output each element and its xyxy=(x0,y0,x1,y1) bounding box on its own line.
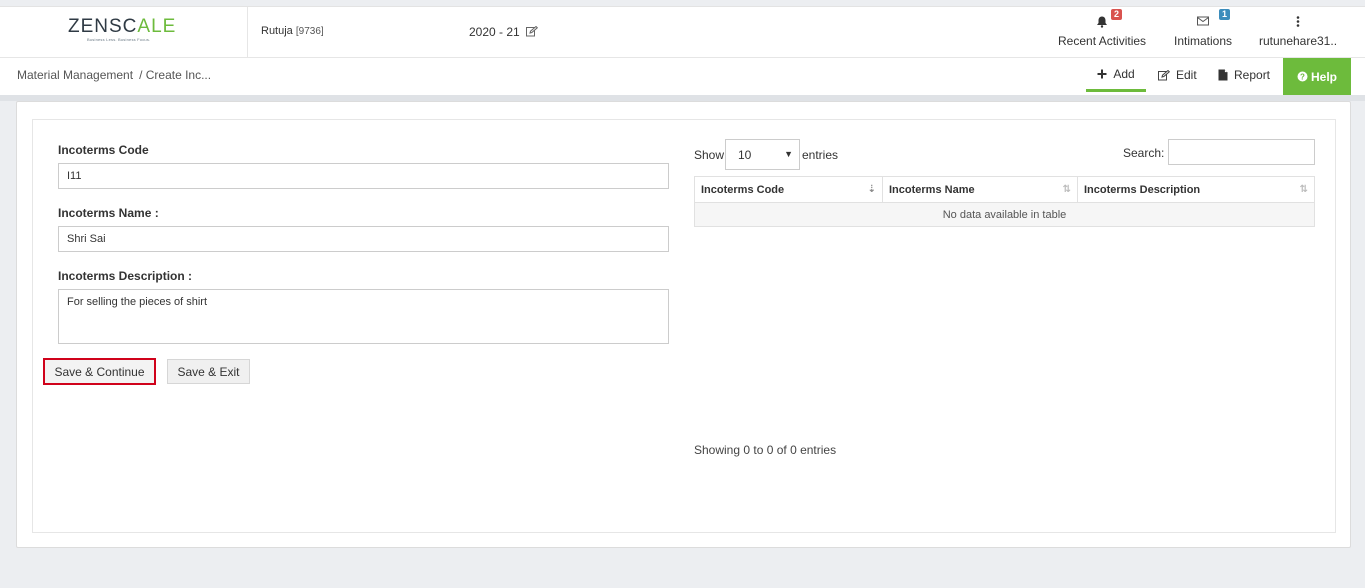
logo[interactable]: ZENSCALE Business Less. Business Focus. xyxy=(0,7,248,58)
table-info: Showing 0 to 0 of 0 entries xyxy=(694,443,837,457)
search-label: Search: xyxy=(1123,146,1165,160)
edit-label: Edit xyxy=(1176,68,1197,82)
envelope-icon xyxy=(1197,16,1209,26)
sort-icon: ⇅ xyxy=(1299,184,1308,195)
add-button[interactable]: Add xyxy=(1086,58,1146,92)
edit-button[interactable]: Edit xyxy=(1158,58,1197,92)
main-card: Incoterms Code Incoterms Name : Incoterm… xyxy=(16,101,1351,548)
table-row: No data available in table xyxy=(694,202,1315,227)
entries-label: entries xyxy=(802,148,839,162)
report-label: Report xyxy=(1234,68,1271,82)
save-exit-button[interactable]: Save & Exit xyxy=(167,359,250,384)
recent-activities-nav[interactable]: 2 Recent Activities xyxy=(1058,7,1146,58)
logo-wordmark: ZENSCALE xyxy=(68,16,176,38)
current-user: Rutuja [9736] xyxy=(261,25,324,37)
intimations-label: Intimations xyxy=(1173,34,1233,48)
column-label: Incoterms Code xyxy=(701,183,785,196)
incoterms-name-input[interactable] xyxy=(58,226,669,252)
column-header-incoterms-description[interactable]: Incoterms Description ⇅ xyxy=(1077,176,1315,203)
action-bar: Material Management / Create Inc... Add E… xyxy=(0,58,1365,95)
svg-text:?: ? xyxy=(1300,73,1305,82)
breadcrumb: Material Management / Create Inc... xyxy=(17,68,211,82)
show-label: Show xyxy=(694,148,725,162)
breadcrumb-root[interactable]: Material Management xyxy=(17,68,133,82)
user-menu-label: rutunehare31.. xyxy=(1258,34,1338,48)
recent-activities-label: Recent Activities xyxy=(1058,34,1147,48)
edit-icon[interactable] xyxy=(526,25,539,37)
column-header-incoterms-code[interactable]: Incoterms Code ⇣ xyxy=(694,176,883,203)
incoterms-name-label: Incoterms Name : xyxy=(58,206,159,220)
question-circle-icon: ? xyxy=(1297,71,1308,82)
intimations-nav[interactable]: 1 Intimations xyxy=(1170,7,1236,58)
column-header-incoterms-name[interactable]: Incoterms Name ⇅ xyxy=(882,176,1078,203)
bell-icon xyxy=(1097,16,1107,28)
help-button[interactable]: ? Help xyxy=(1283,58,1351,95)
logo-text-accent: ALE xyxy=(137,16,177,37)
page-length-select[interactable]: 10 ▼ xyxy=(725,139,800,170)
caret-down-icon: ▼ xyxy=(784,149,793,159)
vertical-dots-icon xyxy=(1296,16,1300,27)
incoterms-description-input[interactable]: For selling the pieces of shirt xyxy=(58,289,669,344)
fiscal-year-label: 2020 - 21 xyxy=(469,25,520,39)
fiscal-year[interactable]: 2020 - 21 xyxy=(469,25,539,39)
save-continue-label: Save & Continue xyxy=(54,364,145,379)
plus-icon xyxy=(1097,69,1107,78)
column-label: Incoterms Name xyxy=(889,183,975,196)
save-continue-button[interactable]: Save & Continue xyxy=(43,358,156,385)
incoterms-code-input[interactable] xyxy=(58,163,669,189)
edit-icon xyxy=(1158,69,1170,80)
recent-activities-badge: 2 xyxy=(1111,9,1123,20)
page-length-value: 10 xyxy=(738,148,752,162)
sort-icon: ⇅ xyxy=(1062,184,1071,195)
table-header-row: Incoterms Code ⇣ Incoterms Name ⇅ Incote… xyxy=(694,176,1315,203)
sort-ascending-icon: ⇣ xyxy=(867,184,876,195)
logo-text-main: ZENSC xyxy=(68,16,138,37)
empty-table-message: No data available in table xyxy=(694,202,1315,227)
column-label: Incoterms Description xyxy=(1084,183,1201,196)
document-icon xyxy=(1218,69,1228,81)
top-header: ZENSCALE Business Less. Business Focus. … xyxy=(0,6,1365,58)
incoterms-table: Incoterms Code ⇣ Incoterms Name ⇅ Incote… xyxy=(694,176,1315,227)
report-button[interactable]: Report xyxy=(1218,58,1270,92)
logo-tagline: Business Less. Business Focus. xyxy=(87,37,151,42)
help-label: Help xyxy=(1310,69,1337,84)
user-menu[interactable]: rutunehare31.. xyxy=(1257,7,1339,58)
save-exit-label: Save & Exit xyxy=(177,364,240,379)
user-name: Rutuja xyxy=(261,25,293,37)
incoterms-description-label: Incoterms Description : xyxy=(58,269,193,283)
add-label: Add xyxy=(1113,66,1135,81)
breadcrumb-current: / Create Inc... xyxy=(139,68,212,82)
search-input[interactable] xyxy=(1168,139,1315,165)
user-id: [9736] xyxy=(295,26,324,37)
intimations-badge: 1 xyxy=(1219,9,1231,20)
form-panel: Incoterms Code Incoterms Name : Incoterm… xyxy=(32,119,1336,533)
incoterms-code-label: Incoterms Code xyxy=(58,143,149,157)
